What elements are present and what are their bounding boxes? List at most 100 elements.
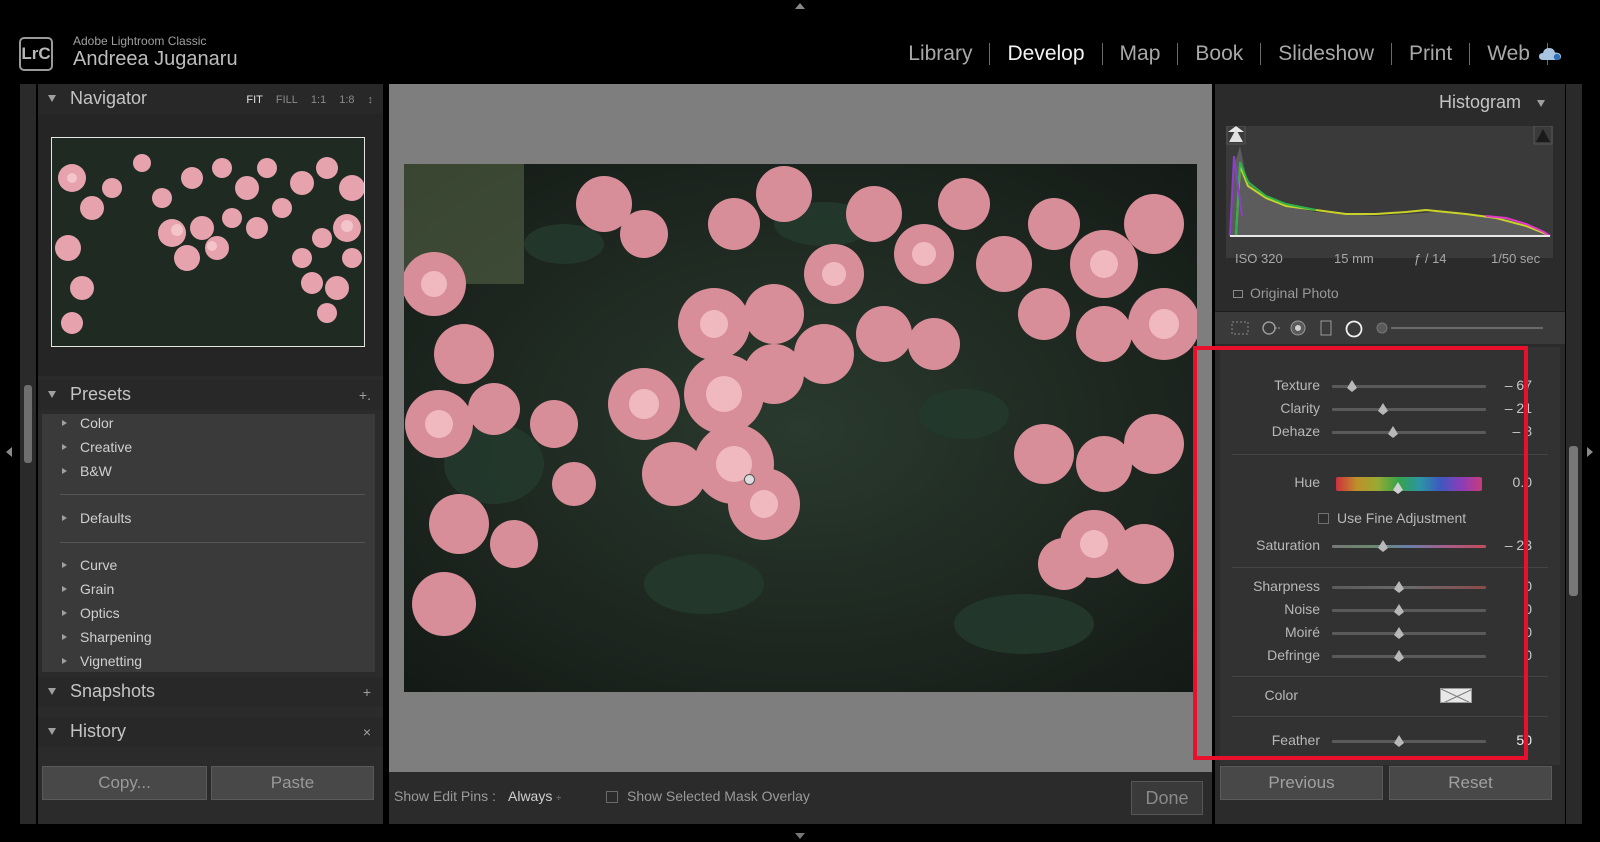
presets-header[interactable]: Presets +.	[38, 380, 383, 410]
navigator-zoom-options: FIT FILL 1:1 1:8 ↕	[246, 94, 373, 106]
moire-track[interactable]	[1332, 632, 1486, 635]
dehaze-slider-thumb[interactable]	[1388, 426, 1398, 438]
folder-expand-icon	[62, 468, 67, 474]
clear-history-button[interactable]: ×	[363, 724, 371, 740]
color-swatch-none[interactable]	[1440, 688, 1472, 703]
cloud-sync-icon[interactable]	[1538, 47, 1562, 61]
folder-expand-icon	[62, 444, 67, 450]
feather-track[interactable]	[1332, 740, 1486, 743]
fine-adjustment-checkbox[interactable]	[1318, 513, 1329, 524]
snapshots-header[interactable]: Snapshots +	[38, 677, 383, 707]
crop-overlay-icon[interactable]	[1230, 320, 1250, 336]
module-print[interactable]: Print	[1392, 41, 1469, 67]
histogram-disclosure-icon[interactable]	[1537, 100, 1545, 107]
dehaze-label: Dehaze	[1271, 423, 1320, 439]
saturation-track[interactable]	[1332, 545, 1486, 548]
disclosure-triangle-icon[interactable]	[48, 95, 56, 102]
edit-pins-dropdown[interactable]: Always ÷	[508, 788, 561, 804]
dehaze-track[interactable]	[1332, 431, 1486, 434]
saturation-value[interactable]: – 23	[1505, 537, 1532, 553]
clarity-track[interactable]	[1332, 408, 1486, 411]
image-canvas[interactable]	[389, 84, 1212, 772]
histogram-title[interactable]: Histogram	[1439, 92, 1521, 113]
module-map[interactable]: Map	[1103, 41, 1178, 67]
zoom-fit[interactable]: FIT	[246, 94, 263, 106]
defringe-track[interactable]	[1332, 655, 1486, 658]
add-snapshot-button[interactable]: +	[363, 684, 371, 700]
zoom-fill[interactable]: FILL	[276, 94, 298, 106]
saturation-slider-thumb[interactable]	[1378, 540, 1388, 552]
hue-slider-thumb[interactable]	[1393, 482, 1403, 494]
original-photo-label: Original Photo	[1250, 285, 1339, 301]
main-photo[interactable]	[404, 164, 1197, 692]
mask-overlay-checkbox[interactable]	[606, 791, 618, 803]
paste-button[interactable]: Paste	[211, 766, 374, 800]
defringe-value[interactable]: 0	[1524, 647, 1532, 663]
add-preset-button[interactable]: +.	[359, 387, 371, 403]
sharpness-track[interactable]	[1332, 586, 1486, 589]
collapse-top-arrow-icon[interactable]	[795, 3, 805, 9]
reset-button[interactable]: Reset	[1389, 766, 1552, 800]
feather-slider-thumb[interactable]	[1394, 735, 1404, 747]
noise-label: Noise	[1284, 601, 1320, 617]
right-panel-scrollbar[interactable]	[1569, 446, 1578, 596]
module-develop[interactable]: Develop	[990, 41, 1101, 67]
edit-pins-label: Show Edit Pins :	[394, 788, 496, 804]
zoom-more-icon[interactable]: ↕	[368, 94, 374, 106]
sharpness-slider-thumb[interactable]	[1394, 581, 1404, 593]
copy-button[interactable]: Copy...	[42, 766, 207, 800]
red-eye-icon[interactable]	[1290, 320, 1306, 336]
original-photo-checkbox[interactable]	[1233, 290, 1243, 298]
histogram-graph[interactable]	[1226, 125, 1553, 258]
done-button[interactable]: Done	[1131, 781, 1203, 815]
module-book[interactable]: Book	[1178, 41, 1260, 67]
defringe-slider-thumb[interactable]	[1394, 650, 1404, 662]
collapse-left-arrow-icon[interactable]	[6, 447, 12, 457]
folder-expand-icon	[62, 562, 67, 568]
navigator-header[interactable]: Navigator FIT FILL 1:1 1:8 ↕	[38, 84, 383, 114]
preset-label: Curve	[80, 557, 118, 573]
graduated-filter-icon[interactable]	[1319, 320, 1333, 336]
preset-label: Defaults	[80, 510, 132, 526]
clarity-value[interactable]: – 21	[1505, 400, 1532, 416]
dehaze-slider-row: Dehaze – 8	[1220, 422, 1560, 442]
feather-value[interactable]: 50	[1516, 732, 1532, 748]
moire-value[interactable]: 0	[1524, 624, 1532, 640]
dehaze-value[interactable]: – 8	[1513, 423, 1532, 439]
noise-slider-row: Noise 0	[1220, 600, 1560, 620]
module-web[interactable]: Web	[1470, 41, 1547, 67]
adjustment-brush-slider[interactable]	[1375, 320, 1545, 336]
presets-list: Color Creative B&W Defaults Curve Grain …	[42, 414, 375, 672]
hue-gradient-track[interactable]	[1336, 477, 1482, 491]
zoom-1-1[interactable]: 1:1	[311, 94, 326, 106]
texture-value[interactable]: – 67	[1505, 377, 1532, 393]
noise-slider-thumb[interactable]	[1394, 604, 1404, 616]
left-panel-scrollbar[interactable]	[24, 385, 32, 463]
moire-slider-row: Moiré 0	[1220, 623, 1560, 643]
noise-track[interactable]	[1332, 609, 1486, 612]
disclosure-triangle-icon[interactable]	[48, 728, 56, 735]
moire-slider-thumb[interactable]	[1394, 627, 1404, 639]
module-slideshow[interactable]: Slideshow	[1261, 41, 1391, 67]
disclosure-triangle-icon[interactable]	[48, 688, 56, 695]
texture-slider-thumb[interactable]	[1347, 380, 1357, 392]
folder-expand-icon	[62, 420, 67, 426]
hue-value[interactable]: 0.0	[1513, 474, 1532, 490]
clarity-slider-thumb[interactable]	[1378, 403, 1388, 415]
mask-divider	[1232, 716, 1548, 717]
rose-bush-photo	[404, 164, 1197, 692]
mask-edit-pin[interactable]	[744, 474, 755, 485]
radial-filter-icon[interactable]	[1345, 320, 1363, 338]
history-header[interactable]: History ×	[38, 717, 383, 747]
noise-value[interactable]: 0	[1524, 601, 1532, 617]
previous-button[interactable]: Previous	[1220, 766, 1383, 800]
spot-removal-icon[interactable]	[1260, 320, 1282, 336]
disclosure-triangle-icon[interactable]	[48, 391, 56, 398]
navigator-thumbnail[interactable]	[51, 137, 365, 347]
collapse-bottom-arrow-icon[interactable]	[795, 833, 805, 839]
module-library[interactable]: Library	[891, 41, 989, 67]
zoom-1-8[interactable]: 1:8	[339, 94, 354, 106]
saturation-slider-row: Saturation – 23	[1220, 536, 1560, 556]
sharpness-value[interactable]: 0	[1524, 578, 1532, 594]
collapse-right-arrow-icon[interactable]	[1587, 447, 1593, 457]
